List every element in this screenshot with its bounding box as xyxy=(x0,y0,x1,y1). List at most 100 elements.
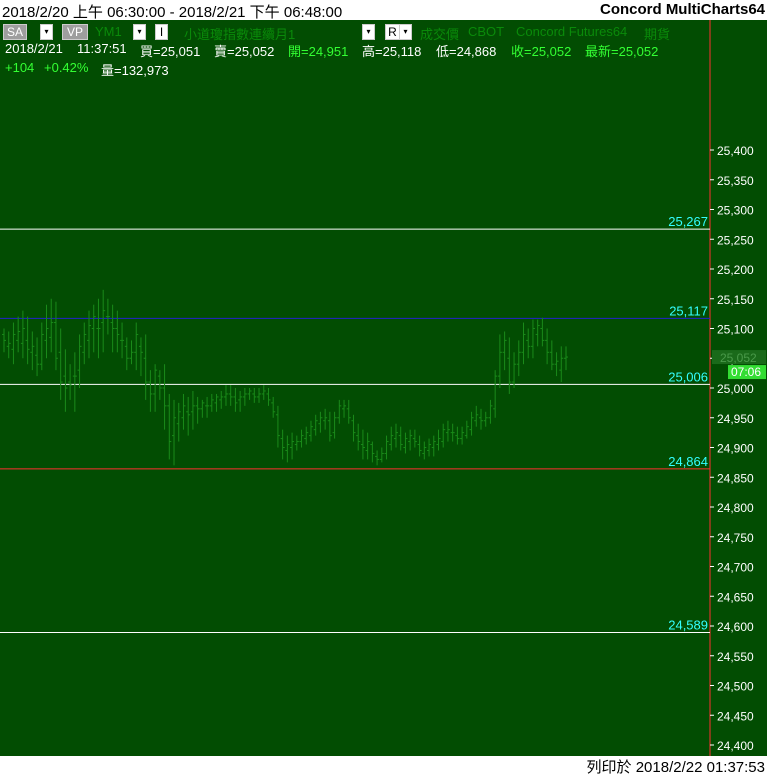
ohlc-bar xyxy=(228,385,233,406)
ohlc-bar xyxy=(176,402,181,442)
ohlc-bar xyxy=(6,331,11,359)
quote-change: +104 xyxy=(5,60,35,75)
ohlc-bar xyxy=(63,349,68,412)
sa-dropdown-icon[interactable]: ▾ xyxy=(40,24,53,40)
ohlc-bar xyxy=(110,304,115,353)
ohlc-bar xyxy=(516,340,521,377)
price-tick-label: 25,250 xyxy=(717,233,754,247)
data-dropdown-icon[interactable]: ▾ xyxy=(362,24,375,40)
price-tick-label: 24,500 xyxy=(717,680,754,694)
ohlc-bar xyxy=(53,301,58,371)
ohlc-bar xyxy=(87,310,92,359)
ohlc-bar xyxy=(493,370,498,418)
ohlc-bar xyxy=(545,328,550,365)
chevron-down-icon: ▾ xyxy=(44,27,49,36)
chevron-down-icon: ▾ xyxy=(366,27,371,36)
r-label: R xyxy=(388,25,397,39)
ohlc-bar xyxy=(223,385,228,406)
quote-last: 最新=25,052 xyxy=(585,44,659,59)
vp-label: VP xyxy=(66,25,83,39)
ohlc-bar xyxy=(308,420,313,442)
ohlc-bar xyxy=(115,310,120,353)
ohlc-bar xyxy=(554,352,559,377)
ohlc-bar xyxy=(205,396,210,418)
r-button[interactable]: R xyxy=(385,24,400,40)
ohlc-bar xyxy=(39,322,44,371)
ohlc-bar xyxy=(450,423,455,442)
symbol-dropdown-icon[interactable]: ▾ xyxy=(133,24,146,40)
interval-button[interactable]: I xyxy=(155,24,168,40)
ohlc-bar xyxy=(134,322,139,371)
price-tick-label: 24,950 xyxy=(717,412,754,426)
ohlc-bar xyxy=(35,337,40,377)
ohlc-bar xyxy=(398,426,403,451)
chevron-down-icon: ▾ xyxy=(137,27,142,36)
ohlc-bar xyxy=(138,337,143,377)
ohlc-bar xyxy=(318,411,323,433)
ohlc-bar xyxy=(77,334,82,388)
price-tick-label: 24,450 xyxy=(717,709,754,723)
vp-button[interactable]: VP xyxy=(62,24,88,40)
ohlc-bar xyxy=(337,399,342,424)
price-tick-label: 24,900 xyxy=(717,442,754,456)
price-tick-label: 25,150 xyxy=(717,293,754,307)
ohlc-bar xyxy=(512,352,517,388)
ohlc-bar xyxy=(105,298,110,335)
ohlc-bar xyxy=(497,334,502,388)
ohlc-bar xyxy=(162,364,167,430)
ohlc-bar xyxy=(412,429,417,448)
quote-volume: 量=132,973 xyxy=(101,63,169,78)
ohlc-bar xyxy=(252,388,257,403)
ohlc-bar xyxy=(455,426,460,445)
ohlc-bar xyxy=(483,411,488,427)
ohlc-bar xyxy=(72,352,77,412)
price-tick-label: 24,850 xyxy=(717,471,754,485)
ohlc-bar xyxy=(271,396,276,418)
ohlc-bar xyxy=(242,388,247,406)
ohlc-bar xyxy=(247,388,252,400)
r-dropdown-icon[interactable]: ▾ xyxy=(399,24,412,40)
ohlc-bar xyxy=(209,393,214,412)
ohlc-bar xyxy=(327,411,332,442)
ohlc-bar xyxy=(360,429,365,460)
ohlc-bar xyxy=(323,408,328,430)
ohlc-bar xyxy=(384,435,389,460)
ohlc-bar xyxy=(356,423,361,451)
price-tick-label: 24,800 xyxy=(717,501,754,515)
ohlc-bar xyxy=(375,450,380,466)
price-tick-label: 25,350 xyxy=(717,174,754,188)
ohlc-bar xyxy=(431,435,436,457)
ohlc-bar xyxy=(153,364,158,412)
quote-time: 11:37:51 xyxy=(77,41,127,56)
ohlc-bar xyxy=(460,426,465,445)
ohlc-bar xyxy=(172,399,177,466)
ohlc-bar xyxy=(379,447,384,463)
ohlc-bar xyxy=(502,331,507,371)
ohlc-bar xyxy=(190,390,195,430)
ohlc-bar xyxy=(464,420,469,439)
price-chart[interactable]: 25,400 25,350 25,300 25,250 25,200 25,150 25,1… xyxy=(0,20,767,756)
ohlc-bar xyxy=(11,322,16,365)
ohlc-bar xyxy=(181,393,186,430)
price-tick-label: 24,750 xyxy=(717,531,754,545)
price-tick-label: 25,400 xyxy=(717,144,754,158)
sa-button[interactable]: SA xyxy=(3,24,27,40)
ohlc-bar xyxy=(342,399,347,418)
quote-bid: 買=25,051 xyxy=(140,44,201,59)
ohlc-bar xyxy=(58,328,63,400)
quote-change-pct: +0.42% xyxy=(44,60,89,75)
ohlc-bar xyxy=(285,435,290,463)
ohlc-bar xyxy=(313,414,318,436)
ohlc-bar xyxy=(445,420,450,442)
ohlc-bar xyxy=(82,322,87,365)
title-bar: 2018/2/20 上午 06:30:00 - 2018/2/21 下午 06:… xyxy=(0,0,767,21)
data-source: Concord Futures64 xyxy=(516,24,628,39)
chart-area[interactable]: 25,400 25,350 25,300 25,250 25,200 25,150 25,1… xyxy=(0,20,767,756)
ohlc-bar xyxy=(294,435,299,451)
ohlc-bar xyxy=(186,396,191,436)
quote-close: 收=25,052 xyxy=(511,44,572,59)
ohlc-bar xyxy=(167,393,172,460)
ohlc-bar xyxy=(195,396,200,424)
ohlc-bar xyxy=(16,316,21,353)
ohlc-bar xyxy=(441,423,446,448)
